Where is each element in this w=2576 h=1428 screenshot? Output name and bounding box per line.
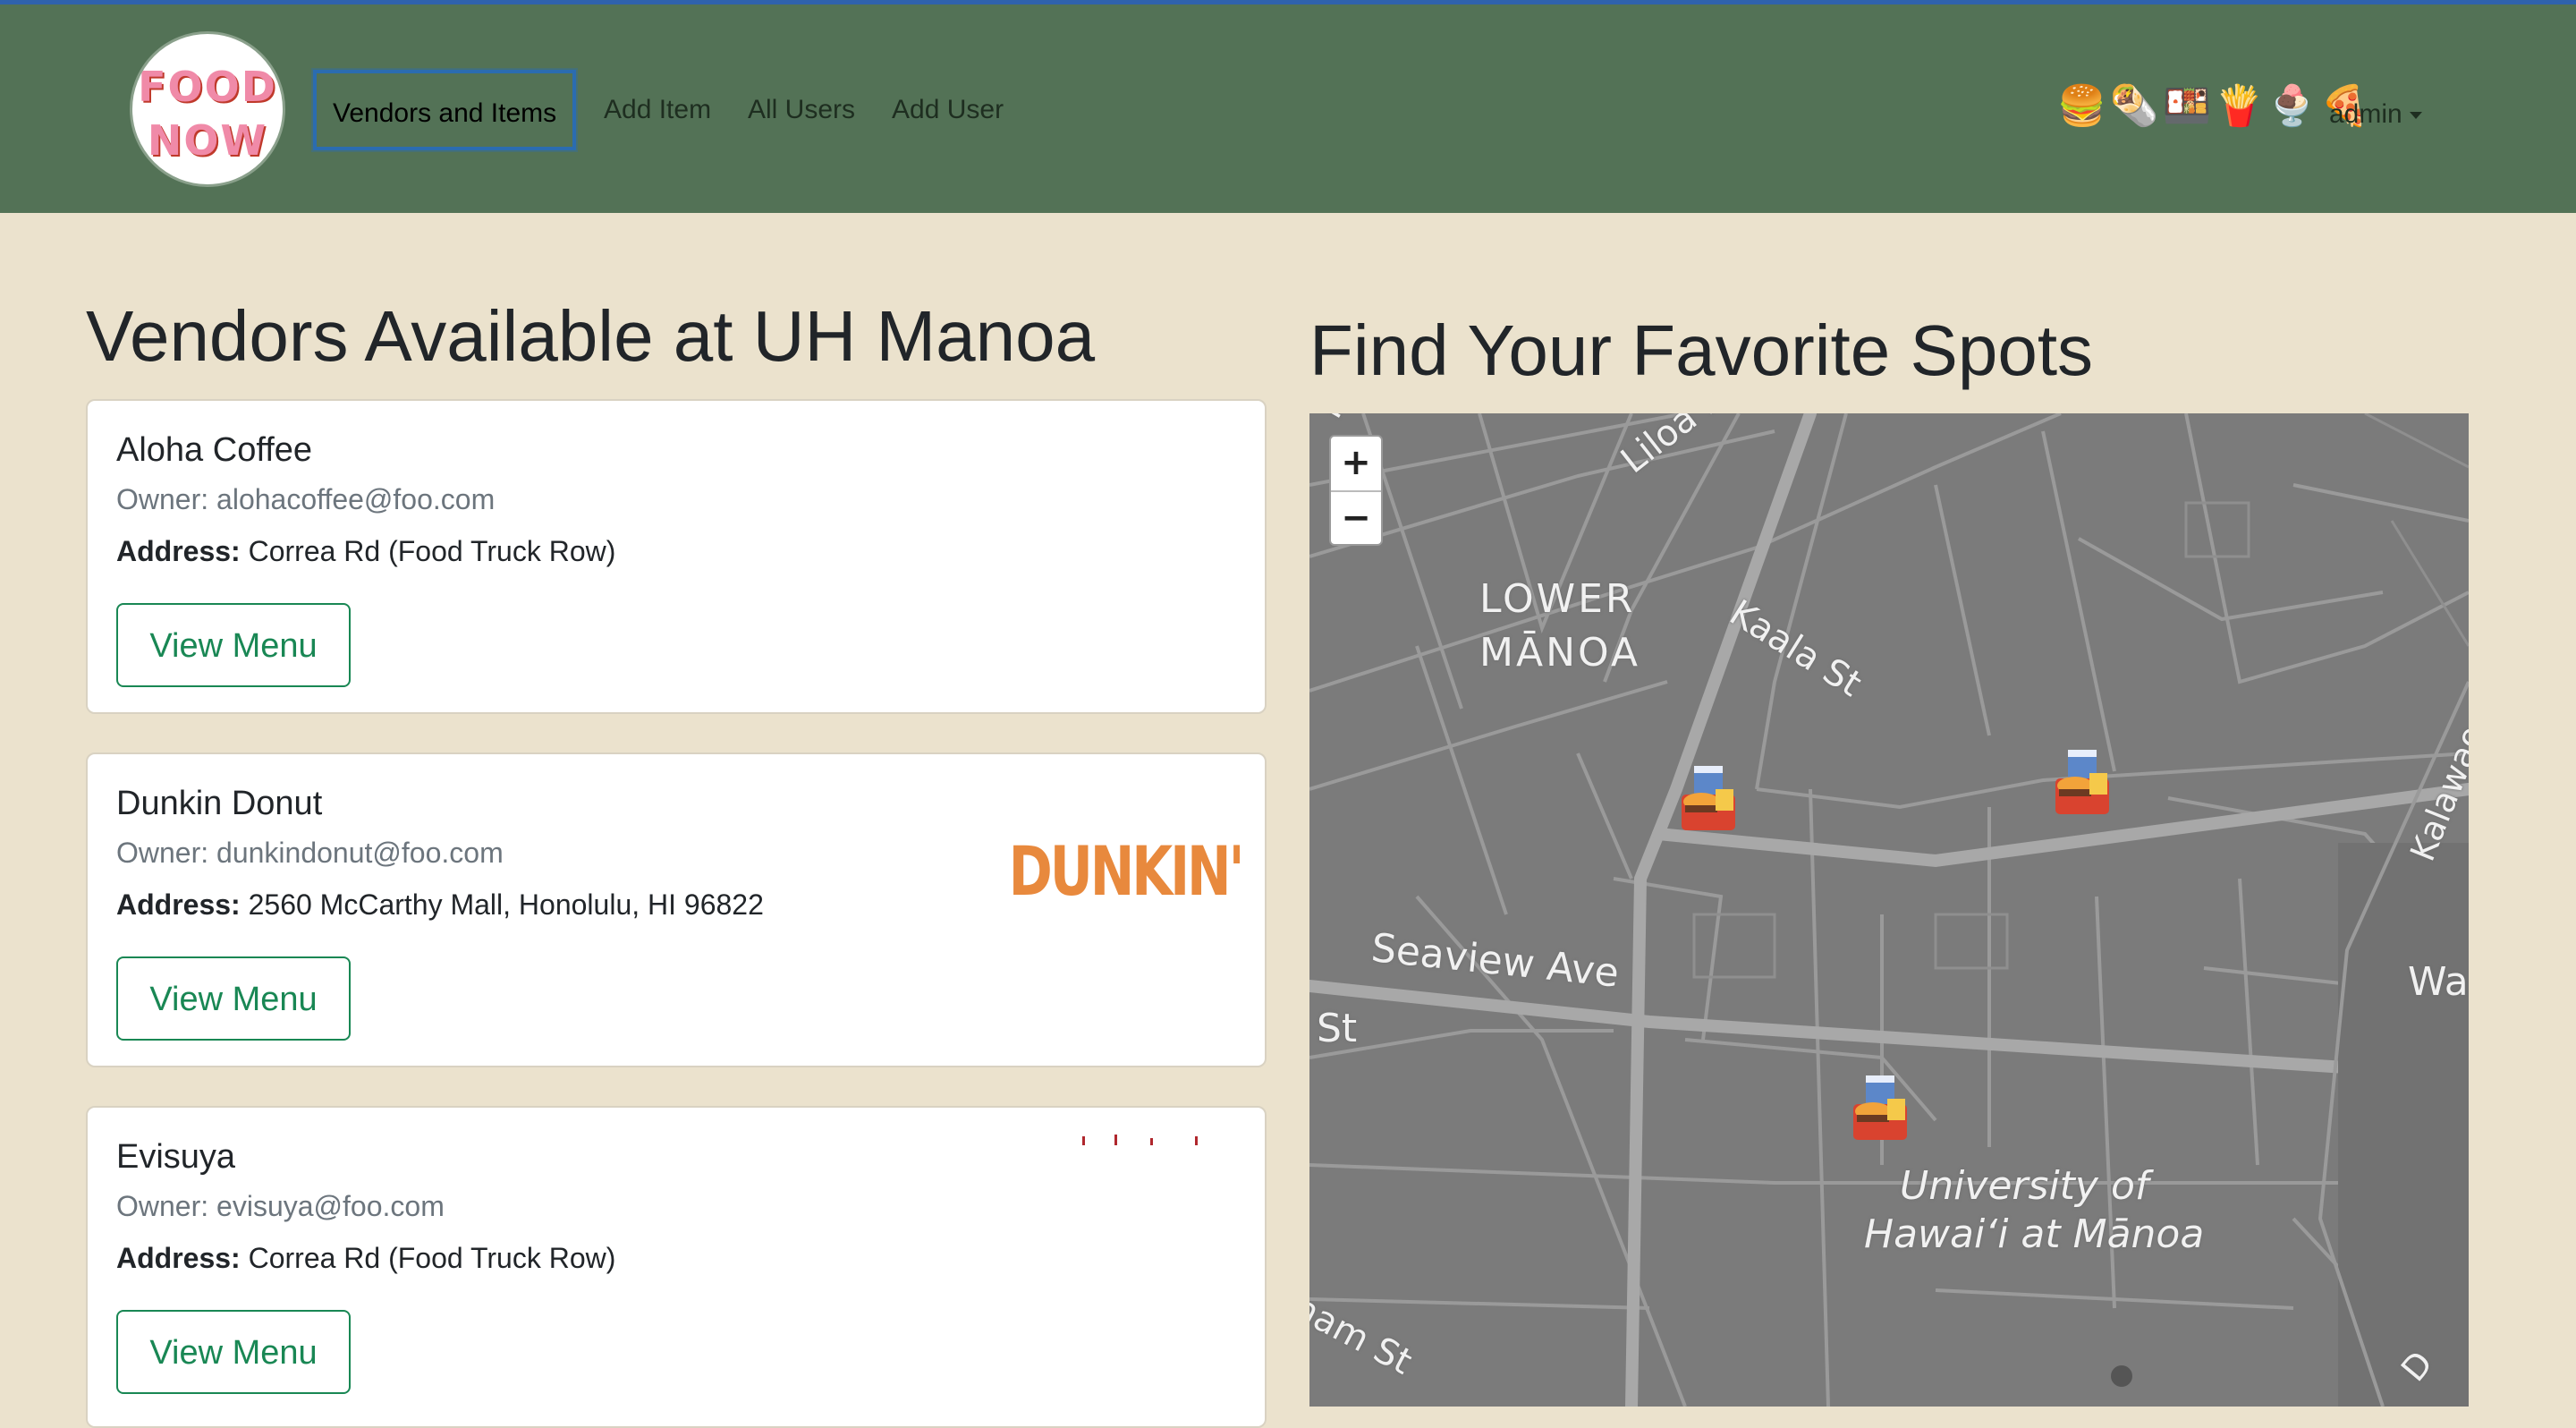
chevron-down-icon [2409,112,2422,120]
vendor-name: Dunkin Donut [116,785,323,822]
address-value: Correa Rd (Food Truck Row) [248,1242,616,1274]
zoom-in-button[interactable]: + [1331,437,1381,492]
vendor-name: Aloha Coffee [116,431,313,469]
food-marker-icon[interactable] [1848,1072,1911,1143]
vendor-address: Address: 2560 McCarthy Mall, Honolulu, H… [116,888,764,922]
map-label-st: St [1317,1006,1358,1051]
ice-cream-icon: 🍨 [2267,84,2317,128]
food-emoji-strip: 🍔 🌯 🍱 🍟 🍨 🍕 [2057,74,2369,137]
owner-label: Owner: [116,1190,209,1222]
address-value: Correa Rd (Food Truck Row) [248,535,616,567]
map-label-lower: LOWER [1479,576,1636,622]
address-label: Address: [116,1242,241,1274]
view-menu-button[interactable]: View Menu [116,603,351,687]
burger-icon: 🍔 [2057,84,2106,128]
map-label-manoa: MĀNOA [1479,630,1640,676]
food-now-logo[interactable]: FOOD NOW [130,31,285,187]
owner-label: Owner: [116,837,209,869]
logo-text-food: FOOD [138,63,277,111]
burrito-icon: 🌯 [2109,84,2159,128]
food-marker-icon[interactable] [1676,762,1739,834]
vendor-address: Address: Correa Rd (Food Truck Row) [116,1242,615,1275]
map-zoom-control: + − [1329,435,1383,546]
address-label: Address: [116,535,241,567]
logo-text-now: NOW [147,116,268,165]
nav-all-users[interactable]: All Users [748,70,855,150]
evisuya-logo-marks [1082,1135,1198,1145]
owner-label: Owner: [116,483,209,515]
vendor-card: Dunkin Donut Owner: dunkindonut@foo.com … [86,752,1267,1067]
map-label-university-line2: Hawaiʻi at Mānoa [1864,1211,2205,1257]
map-heading: Find Your Favorite Spots [1309,310,2094,390]
vendor-map[interactable]: no Liloa Rise LOWER MĀNOA Kaala St Seavi… [1309,413,2469,1407]
evisuya-logo [1080,1135,1215,1147]
map-label-wa: Wa [2408,959,2469,1005]
address-label: Address: [116,888,241,921]
zoom-out-button[interactable]: − [1331,492,1381,546]
nav-add-item[interactable]: Add Item [604,70,711,150]
owner-email: alohacoffee@foo.com [216,483,496,515]
vendor-owner: Owner: dunkindonut@foo.com [116,837,504,870]
fries-icon: 🍟 [2215,84,2265,128]
bento-icon: 🍱 [2162,84,2212,128]
nav-vendors-and-items[interactable]: Vendors and Items [313,70,577,150]
vendor-owner: Owner: evisuya@foo.com [116,1190,445,1223]
nav-add-user[interactable]: Add User [892,70,1004,150]
owner-email: dunkindonut@foo.com [216,837,504,869]
navbar: FOOD NOW Vendors and Items Add Item All … [0,4,2576,213]
map-label-university-line1: University of [1900,1163,2149,1209]
map-roads [1309,413,2469,1407]
dunkin-logo: DUNKIN' [1008,830,1245,911]
view-menu-button[interactable]: View Menu [116,1310,351,1394]
vendor-address: Address: Correa Rd (Food Truck Row) [116,535,615,568]
user-menu-label: admin [2329,99,2402,129]
user-menu-dropdown[interactable]: admin [2329,74,2422,155]
vendors-heading: Vendors Available at UH Manoa [86,296,1096,376]
owner-email: evisuya@foo.com [216,1190,445,1222]
vendor-card: Aloha Coffee Owner: alohacoffee@foo.com … [86,399,1267,714]
vendor-card: Evisuya Owner: evisuya@foo.com Address: … [86,1106,1267,1428]
vendor-owner: Owner: alohacoffee@foo.com [116,483,495,516]
food-marker-icon[interactable] [2050,746,2113,818]
address-value: 2560 McCarthy Mall, Honolulu, HI 96822 [248,888,764,921]
view-menu-button[interactable]: View Menu [116,956,351,1041]
vendor-name: Evisuya [116,1138,236,1176]
